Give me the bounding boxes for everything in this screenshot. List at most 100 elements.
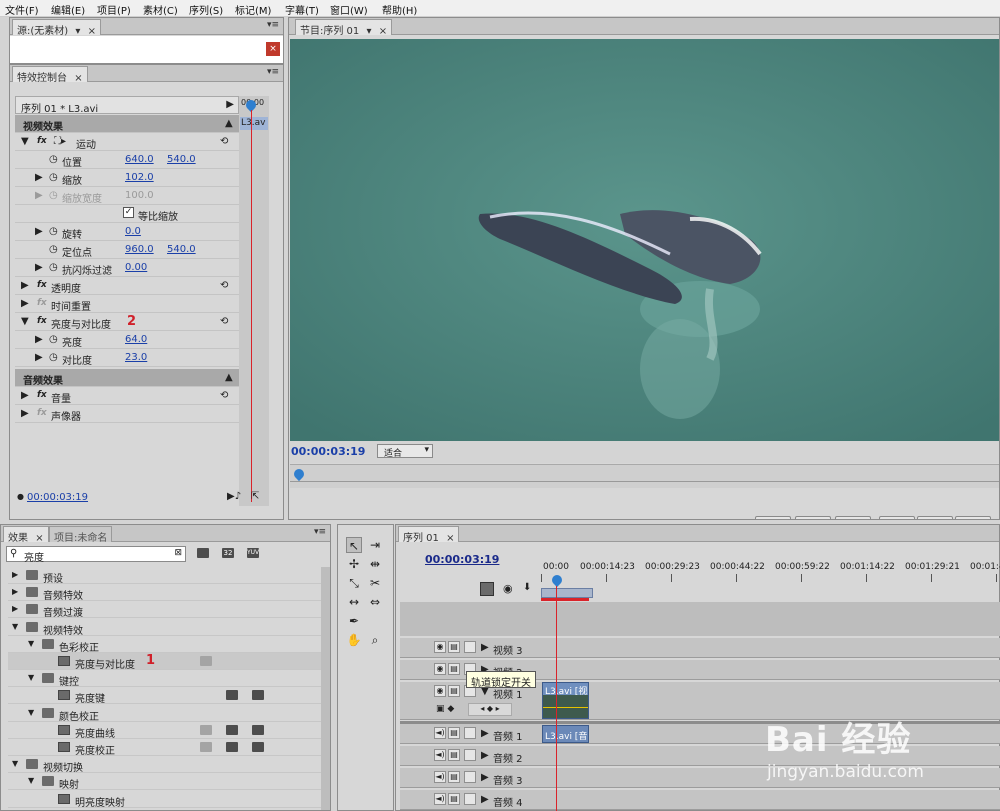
fit-dropdown[interactable]: 适合 ▾ (377, 444, 433, 459)
add-marker-button[interactable]: ⬇ (755, 516, 791, 519)
track-select-tool-icon[interactable]: ⇥ (367, 537, 383, 553)
panner-row[interactable]: ▶ fx 声像器 (15, 405, 239, 423)
film-icon[interactable]: ▤ (448, 663, 460, 675)
step-back-button[interactable]: ◀| (917, 516, 953, 519)
motion-transform-icon[interactable]: ⛶▸ (54, 136, 66, 147)
rolling-edit-tool-icon[interactable]: ⇹ (367, 556, 383, 572)
expand-icon[interactable]: ▼ (12, 622, 18, 631)
menu-window[interactable]: 窗口(W) (330, 2, 368, 17)
tab-project[interactable]: 项目:未命名 (49, 526, 113, 544)
expand-icon[interactable]: ▶ (481, 642, 489, 653)
expand-icon[interactable]: ▶ (12, 604, 18, 613)
tab-sequence[interactable]: 序列 01 × (398, 526, 460, 544)
expand-icon[interactable]: ▶ (35, 190, 43, 201)
lock-icon[interactable] (464, 641, 476, 653)
effects-scrollbar[interactable] (321, 567, 330, 810)
film-icon[interactable]: ▤ (448, 685, 460, 697)
speaker-icon[interactable]: ◄) (434, 727, 446, 739)
uniform-scale-checkbox[interactable]: ✓ (123, 207, 134, 218)
anchor-y-value[interactable]: 540.0 (167, 244, 196, 255)
keyframe-nav-icon[interactable]: ◂ ◆ ▸ (468, 703, 512, 716)
reset-icon[interactable]: ⟲ (220, 390, 228, 401)
expand-icon[interactable]: ▶ (21, 298, 29, 309)
stopwatch-icon[interactable]: ◷ (49, 226, 58, 237)
effects-tree-item[interactable]: ▼ 视频切换 (8, 756, 321, 774)
pen-tool-icon[interactable]: ✒ (346, 613, 362, 629)
menu-file[interactable]: 文件(F) (5, 2, 39, 17)
stopwatch-icon[interactable]: ◷ (49, 352, 58, 363)
menu-sequence[interactable]: 序列(S) (189, 2, 223, 17)
effects-tree-item[interactable]: ▼ 视频特效 (8, 619, 321, 637)
go-to-in-button[interactable]: {← (879, 516, 915, 519)
anchor-x-value[interactable]: 960.0 (125, 244, 154, 255)
expand-icon[interactable]: ▼ (12, 759, 18, 768)
keyframe-display-icon[interactable]: ▣ ◆ (436, 704, 454, 714)
stopwatch-icon[interactable]: ◷ (49, 334, 58, 345)
expand-icon[interactable]: ▶ (35, 172, 43, 183)
marker-icon[interactable]: ◉ (503, 582, 513, 595)
add-marker-icon[interactable]: ⬇ (523, 582, 531, 593)
collapse-icon[interactable]: ▲ (225, 372, 233, 383)
antiflicker-value[interactable]: 0.00 (125, 262, 147, 273)
film-icon[interactable]: ▤ (448, 793, 460, 805)
32bit-icon[interactable]: 32 (222, 548, 234, 558)
motion-row[interactable]: ▼ fx ⛶▸ 运动 ⟲ (15, 133, 239, 151)
expand-icon[interactable]: ▶ (481, 728, 489, 739)
effects-tree-item[interactable]: ▼ 颜色校正 (8, 705, 321, 723)
export-icon[interactable]: ⇱ (251, 491, 259, 502)
speaker-icon[interactable]: ◄) (434, 749, 446, 761)
expand-icon[interactable]: ▶ (21, 280, 29, 291)
position-x-value[interactable]: 640.0 (125, 154, 154, 165)
eye-icon[interactable]: ◉ (434, 685, 446, 697)
program-timecode[interactable]: 00:00:03:19 (291, 445, 365, 458)
effects-tree-item[interactable]: 亮度校正 (8, 739, 321, 757)
effects-tree-item[interactable]: ▶ 音频过渡 (8, 601, 321, 619)
selection-tool-icon[interactable]: ↖ (346, 537, 362, 553)
timeline-ruler[interactable]: 00:00 00:00:14:23 00:00:29:23 00:00:44:22 00… (541, 560, 1000, 600)
mark-in-button[interactable]: { (795, 516, 831, 519)
expand-icon[interactable]: ▶ (35, 352, 43, 363)
stopwatch-icon[interactable]: ◷ (49, 244, 58, 255)
expand-icon[interactable]: ▼ (21, 136, 29, 147)
expand-icon[interactable]: ▶ (21, 390, 29, 401)
lock-icon[interactable] (464, 749, 476, 761)
ripple-edit-tool-icon[interactable]: ✢ (346, 556, 362, 572)
expand-icon[interactable]: ▶ (481, 750, 489, 761)
timeline-timecode[interactable]: 00:00:03:19 (425, 553, 499, 566)
tab-source[interactable]: 源:(无素材) ▾ × (12, 19, 101, 37)
video-clip[interactable]: L3.avi [视 (542, 682, 589, 719)
stopwatch-icon[interactable]: ◷ (49, 154, 58, 165)
panel-menu-icon[interactable]: ▾≡ (314, 527, 326, 537)
effects-tree-item[interactable]: ▶ 音频特效 (8, 584, 321, 602)
close-icon[interactable]: × (379, 26, 387, 37)
scale-value[interactable]: 102.0 (125, 172, 154, 183)
accelerated-effects-icon[interactable] (197, 548, 209, 558)
reset-icon[interactable]: ⟲ (220, 280, 228, 291)
slide-tool-icon[interactable]: ⇔ (367, 594, 383, 610)
panel-menu-icon[interactable]: ▾≡ (267, 20, 279, 30)
film-icon[interactable]: ▤ (448, 749, 460, 761)
expand-icon[interactable]: ▶ (481, 794, 489, 805)
close-button[interactable]: × (266, 42, 280, 56)
menu-edit[interactable]: 编辑(E) (51, 2, 85, 17)
menu-marker[interactable]: 标记(M) (235, 2, 271, 17)
effect-controls-timecode[interactable]: 00:00:03:19 (27, 492, 88, 503)
effects-tree-item[interactable]: 亮度键 (8, 687, 321, 705)
menu-clip[interactable]: 素材(C) (143, 2, 178, 17)
speaker-icon[interactable]: ◄) (434, 771, 446, 783)
opacity-row[interactable]: ▶ fx 透明度 ⟲ (15, 277, 239, 295)
snap-icon[interactable] (480, 582, 494, 596)
effects-tree-item[interactable]: ▼ 键控 (8, 670, 321, 688)
razor-tool-icon[interactable]: ✂ (367, 575, 383, 591)
close-icon[interactable]: × (446, 533, 454, 544)
expand-icon[interactable]: ▼ (28, 776, 34, 785)
brightness-contrast-row[interactable]: ▼ fx 亮度与对比度 2 ⟲ (15, 313, 239, 331)
effects-tree-item[interactable]: 亮度曲线 (8, 722, 321, 740)
reset-icon[interactable]: ⟲ (220, 316, 228, 327)
expand-icon[interactable]: ▶ (481, 772, 489, 783)
lock-icon[interactable] (464, 771, 476, 783)
playhead-icon[interactable] (291, 466, 307, 482)
contrast-value[interactable]: 23.0 (125, 352, 147, 363)
audio-scrub-icon[interactable]: ▶♪ (227, 491, 241, 502)
yuv-icon[interactable]: YUV (247, 548, 259, 558)
